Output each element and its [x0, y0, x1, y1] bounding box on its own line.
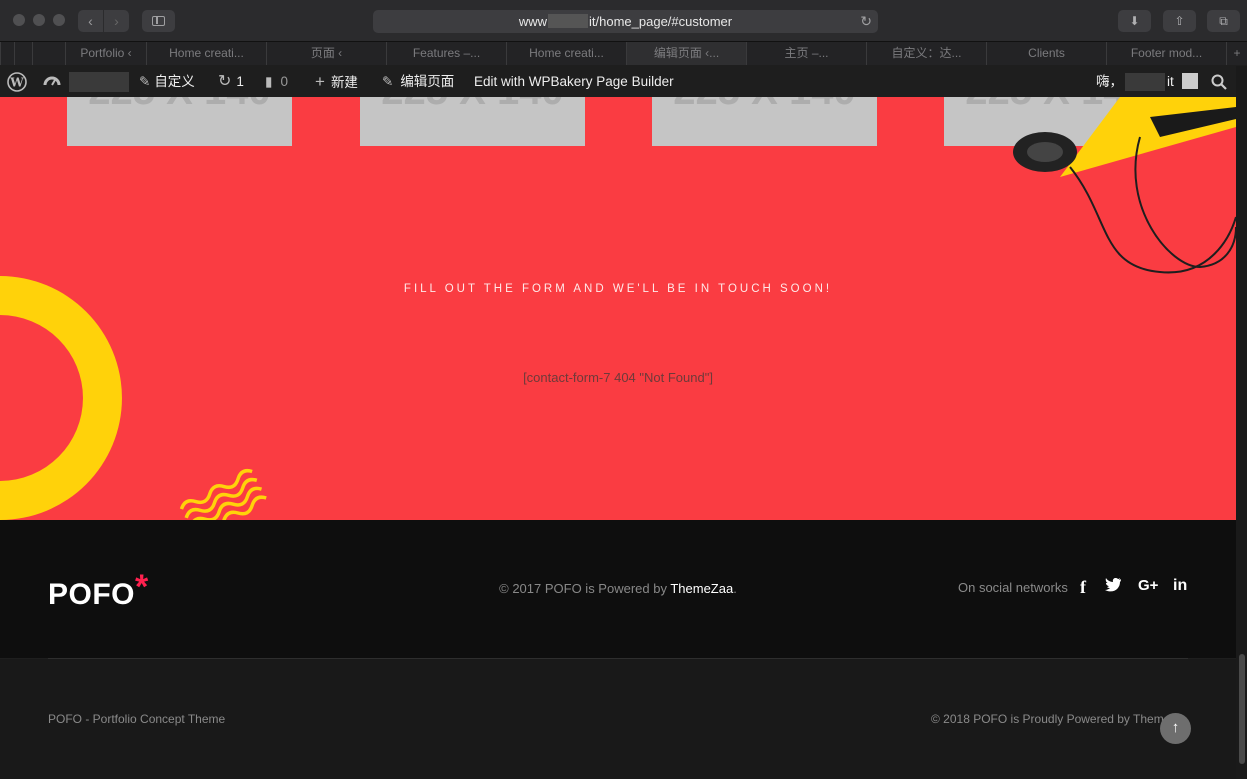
avatar: [1181, 73, 1198, 89]
back-button[interactable]: ‹: [78, 10, 103, 32]
client-logo-placeholder: 225 X 140: [652, 97, 877, 146]
redacted-domain: [548, 14, 589, 28]
pencil-icon: ✎: [382, 74, 394, 89]
browser-titlebar: ‹ › www it/home_page/#customer ↻ ⬇ ⇧ ⧉: [0, 0, 1247, 41]
facebook-icon[interactable]: f: [1080, 577, 1086, 598]
plus-icon: +: [315, 72, 325, 91]
share-icon: ⇧: [1174, 14, 1185, 28]
theme-name: POFO - Portfolio Concept Theme: [48, 712, 226, 726]
edit-page-label: 编辑页面: [400, 74, 455, 89]
bottom-footer: POFO - Portfolio Concept Theme © 2018 PO…: [0, 659, 1236, 779]
url-prefix: www: [518, 14, 548, 29]
close-window-button[interactable]: [13, 14, 25, 26]
social-label: On social networks: [958, 580, 1068, 595]
copyright-suffix: .: [733, 581, 737, 596]
tab-8[interactable]: 自定义：达...: [866, 42, 986, 65]
svg-text:W: W: [9, 76, 24, 90]
tab-7[interactable]: 主页 –...: [746, 42, 866, 65]
arrow-up-icon: ↑: [1171, 719, 1180, 736]
address-bar[interactable]: www it/home_page/#customer ↻: [373, 10, 878, 33]
new-content-link[interactable]: + 新建: [315, 66, 358, 97]
new-label: 新建: [330, 75, 358, 90]
headphones-illustration: [1013, 97, 1236, 274]
contact-section: 225 X 140 225 X 140 225 X 140 225 X 140 …: [0, 97, 1236, 520]
sidebar-toggle-button[interactable]: [142, 10, 175, 32]
copyright-prefix: © 2017 POFO is Powered by: [499, 581, 671, 596]
greeting-label: 嗨，: [1096, 74, 1123, 89]
tab-1[interactable]: Portfolio ‹: [65, 42, 146, 65]
page-scrollbar[interactable]: [1236, 66, 1247, 779]
placeholder-label: 225 X 140: [652, 97, 877, 114]
refresh-icon: ↻: [218, 73, 232, 90]
tab-4[interactable]: Features –...: [386, 42, 506, 65]
placeholder-label: 225 X 140: [360, 97, 585, 114]
client-logo-placeholder: 225 X 140: [67, 97, 292, 146]
new-tab-button[interactable]: +: [1226, 42, 1247, 65]
search-icon[interactable]: [1211, 66, 1227, 97]
site-name[interactable]: [69, 66, 129, 97]
contact-headline: FILL OUT THE FORM AND WE'LL BE IN TOUCH …: [403, 283, 833, 295]
tab-0[interactable]: [32, 42, 65, 65]
tab-overview-button[interactable]: ⧉: [1207, 10, 1240, 32]
comment-icon: ▮: [265, 74, 273, 89]
linkedin-icon[interactable]: in: [1173, 577, 1187, 595]
minimize-window-button[interactable]: [33, 14, 45, 26]
redacted-username: [1125, 73, 1165, 92]
scroll-to-top-button[interactable]: ↑: [1160, 713, 1191, 744]
tab-pinned[interactable]: [14, 42, 32, 65]
url-suffix: it/home_page/#customer: [589, 14, 733, 29]
comments-count: 0: [280, 74, 288, 89]
bottom-copyright: © 2018 POFO is Proudly Powered by Theme: [931, 712, 1171, 726]
tabs-icon: ⧉: [1219, 14, 1228, 28]
dashboard-icon[interactable]: [43, 66, 61, 97]
updates-count: 1: [236, 74, 244, 89]
brush-icon: ✎: [139, 74, 151, 89]
reload-icon[interactable]: ↻: [860, 13, 872, 30]
twitter-icon[interactable]: [1105, 577, 1122, 596]
yellow-ring-decoration: [0, 276, 122, 520]
tab-bar: Portfolio ‹ Home creati... 页面 ‹ Features…: [0, 41, 1247, 65]
client-logo-placeholder: 225 X 140: [360, 97, 585, 146]
scrollbar-thumb[interactable]: [1239, 654, 1245, 764]
customize-link[interactable]: ✎ 自定义: [139, 66, 195, 97]
zoom-window-button[interactable]: [53, 14, 65, 26]
download-icon: ⬇: [1129, 14, 1140, 28]
forward-button[interactable]: ›: [104, 10, 129, 32]
tab-3[interactable]: 页面 ‹: [266, 42, 386, 65]
footer: POFO* © 2017 POFO is Powered by ThemeZaa…: [0, 520, 1236, 658]
tab-pinned[interactable]: [0, 42, 14, 65]
downloads-button[interactable]: ⬇: [1118, 10, 1151, 32]
tab-9[interactable]: Clients: [986, 42, 1106, 65]
tab-5[interactable]: Home creati...: [506, 42, 626, 65]
wp-admin-bar: W ✎ 自定义 ↻ 1 ▮ 0 + 新建 ✎ 编辑页面 Edit with WPBaker…: [0, 66, 1236, 97]
tab-10[interactable]: Footer mod...: [1106, 42, 1226, 65]
themezaa-link[interactable]: ThemeZaa: [670, 581, 733, 596]
redacted-site-name: [69, 72, 129, 93]
tab-6[interactable]: 编辑页面 ‹...: [626, 42, 746, 65]
share-button[interactable]: ⇧: [1163, 10, 1196, 32]
wordpress-logo-icon[interactable]: W: [7, 66, 27, 97]
tab-2[interactable]: Home creati...: [146, 42, 266, 65]
sidebar-icon: [152, 16, 165, 26]
edit-page-link[interactable]: ✎ 编辑页面: [382, 66, 454, 97]
squiggle-decoration: [179, 468, 267, 520]
wpbakery-link[interactable]: Edit with WPBakery Page Builder: [474, 66, 674, 97]
user-account-menu[interactable]: 嗨， it: [1096, 66, 1198, 97]
google-plus-icon[interactable]: G+: [1138, 577, 1158, 594]
contact-form-shortcode: [contact-form-7 404 "Not Found"]: [523, 370, 713, 385]
comments-link[interactable]: ▮ 0: [265, 66, 288, 97]
customize-label: 自定义: [154, 74, 195, 89]
updates-link[interactable]: ↻ 1: [218, 66, 244, 97]
username-suffix: it: [1167, 74, 1174, 89]
placeholder-label: 225 X 140: [67, 97, 292, 114]
